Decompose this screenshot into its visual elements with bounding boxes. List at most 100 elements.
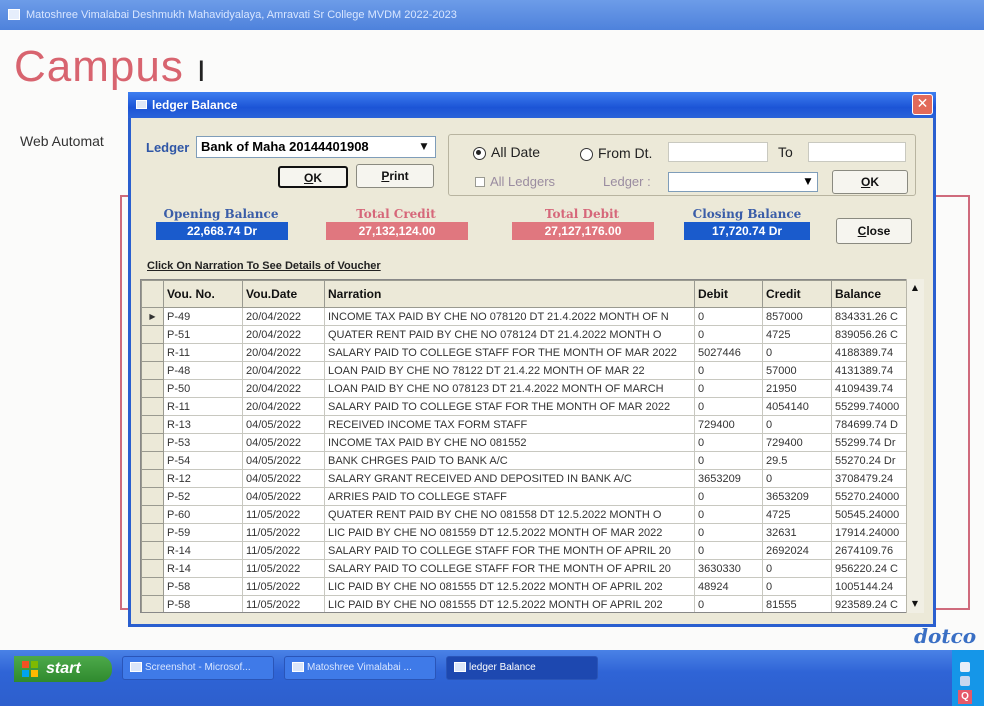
- table-row[interactable]: R-11 20/04/2022 SALARY PAID TO COLLEGE STA…: [141, 343, 908, 362]
- ledger-select[interactable]: Bank of Maha 20144401908: [196, 136, 436, 158]
- from-date-label[interactable]: From Dt.: [598, 145, 652, 161]
- table-cell: 20/04/2022: [242, 379, 325, 398]
- row-selector[interactable]: [141, 523, 164, 542]
- table-cell: 55270.24000: [831, 487, 908, 506]
- table-cell[interactable]: LIC PAID BY CHE NO 081555 DT 12.5.2022 M…: [324, 577, 695, 596]
- chevron-down-icon[interactable]: ▼: [800, 174, 816, 190]
- table-cell: 857000: [762, 307, 832, 326]
- table-row[interactable]: P-50 20/04/2022 LOAN PAID BY CHE NO 078123…: [141, 379, 908, 398]
- row-selector[interactable]: [141, 577, 164, 596]
- dialog-titlebar[interactable]: ledger Balance: [128, 92, 936, 118]
- table-cell[interactable]: INCOME TAX PAID BY CHE NO 078120 DT 21.4…: [324, 307, 695, 326]
- table-row[interactable]: R-12 04/05/2022 SALARY GRANT RECEIVED AND …: [141, 469, 908, 488]
- row-selector[interactable]: [141, 559, 164, 578]
- table-cell[interactable]: LOAN PAID BY CHE NO 078123 DT 21.4.2022 …: [324, 379, 695, 398]
- table-cell: 2674109.76: [831, 541, 908, 560]
- table-cell: R-11: [163, 397, 243, 416]
- tray-app-icon[interactable]: Q: [958, 690, 972, 704]
- table-row[interactable]: P-58 11/05/2022 LIC PAID BY CHE NO 081555 …: [141, 595, 908, 612]
- row-selector[interactable]: [141, 379, 164, 398]
- table-cell: 32631: [762, 523, 832, 542]
- table-row[interactable]: R-11 20/04/2022 SALARY PAID TO COLLEGE STA…: [141, 397, 908, 416]
- table-cell: 0: [694, 523, 763, 542]
- table-cell: 81555: [762, 595, 832, 612]
- table-row[interactable]: P-58 11/05/2022 LIC PAID BY CHE NO 081555 …: [141, 577, 908, 596]
- table-cell: 11/05/2022: [242, 559, 325, 578]
- scroll-down-icon[interactable]: ▼: [907, 596, 923, 612]
- table-row[interactable]: P-48 20/04/2022 LOAN PAID BY CHE NO 78122 …: [141, 361, 908, 380]
- row-selector[interactable]: [141, 397, 164, 416]
- taskbar-item-matoshree[interactable]: Matoshree Vimalabai ...: [284, 656, 436, 680]
- print-button[interactable]: Print: [356, 164, 434, 188]
- table-cell[interactable]: SALARY GRANT RECEIVED AND DEPOSITED IN B…: [324, 469, 695, 488]
- column-header[interactable]: Vou.Date: [242, 280, 325, 308]
- network-icon[interactable]: [960, 662, 970, 672]
- table-cell[interactable]: QUATER RENT PAID BY CHE NO 078124 DT 21.…: [324, 325, 695, 344]
- all-date-label[interactable]: All Date: [491, 144, 540, 160]
- table-cell[interactable]: SALARY PAID TO COLLEGE STAFF FOR THE MON…: [324, 343, 695, 362]
- to-date-input[interactable]: [808, 142, 906, 162]
- table-row[interactable]: R-14 11/05/2022 SALARY PAID TO COLLEGE STA…: [141, 541, 908, 560]
- to-date-label: To: [778, 144, 793, 160]
- ledger-filter-select[interactable]: [668, 172, 818, 192]
- table-cell[interactable]: LOAN PAID BY CHE NO 78122 DT 21.4.22 MON…: [324, 361, 695, 380]
- table-cell[interactable]: INCOME TAX PAID BY CHE NO 081552: [324, 433, 695, 452]
- table-row[interactable]: ▶ P-49 20/04/2022 INCOME TAX PAID BY CHE NO…: [141, 307, 908, 326]
- from-date-radio[interactable]: [580, 148, 593, 161]
- row-selector[interactable]: [141, 451, 164, 470]
- all-date-radio[interactable]: [473, 147, 486, 160]
- close-button[interactable]: Close: [836, 218, 912, 244]
- volume-icon[interactable]: [960, 676, 970, 686]
- all-ledgers-label[interactable]: All Ledgers: [490, 174, 555, 189]
- table-cell: 956220.24 C: [831, 559, 908, 578]
- table-cell[interactable]: RECEIVED INCOME TAX FORM STAFF: [324, 415, 695, 434]
- scroll-up-icon[interactable]: ▲: [907, 280, 923, 296]
- row-selector[interactable]: [141, 469, 164, 488]
- column-header[interactable]: Balance: [831, 280, 908, 308]
- table-row[interactable]: R-14 11/05/2022 SALARY PAID TO COLLEGE STA…: [141, 559, 908, 578]
- taskbar-item-screenshot[interactable]: Screenshot - Microsof...: [122, 656, 274, 680]
- column-header[interactable]: Vou. No.: [163, 280, 243, 308]
- current-row-icon[interactable]: ▶: [141, 307, 164, 326]
- dialog-close-icon[interactable]: ✕: [912, 94, 933, 115]
- table-cell[interactable]: ARRIES PAID TO COLLEGE STAFF: [324, 487, 695, 506]
- table-row[interactable]: R-13 04/05/2022 RECEIVED INCOME TAX FORM S…: [141, 415, 908, 434]
- column-header[interactable]: Debit: [694, 280, 763, 308]
- table-cell: 04/05/2022: [242, 415, 325, 434]
- ok-button[interactable]: OK: [278, 166, 348, 188]
- table-row[interactable]: P-59 11/05/2022 LIC PAID BY CHE NO 081559 …: [141, 523, 908, 542]
- chevron-down-icon[interactable]: ▼: [415, 138, 433, 156]
- from-date-input[interactable]: [668, 142, 768, 162]
- table-cell: 4725: [762, 325, 832, 344]
- table-cell[interactable]: LIC PAID BY CHE NO 081559 DT 12.5.2022 M…: [324, 523, 695, 542]
- table-row[interactable]: P-60 11/05/2022 QUATER RENT PAID BY CHE NO…: [141, 505, 908, 524]
- row-selector[interactable]: [141, 415, 164, 434]
- table-cell: 3630330: [694, 559, 763, 578]
- table-row[interactable]: P-53 04/05/2022 INCOME TAX PAID BY CHE NO …: [141, 433, 908, 452]
- row-selector[interactable]: [141, 505, 164, 524]
- table-cell[interactable]: SALARY PAID TO COLLEGE STAFF FOR THE MON…: [324, 541, 695, 560]
- table-cell[interactable]: SALARY PAID TO COLLEGE STAF FOR THE MONT…: [324, 397, 695, 416]
- column-header[interactable]: Narration: [324, 280, 695, 308]
- table-row[interactable]: P-54 04/05/2022 BANK CHRGES PAID TO BANK A…: [141, 451, 908, 470]
- column-header[interactable]: Credit: [762, 280, 832, 308]
- row-selector[interactable]: [141, 541, 164, 560]
- row-selector[interactable]: [141, 361, 164, 380]
- table-cell[interactable]: QUATER RENT PAID BY CHE NO 081558 DT 12.…: [324, 505, 695, 524]
- row-selector[interactable]: [141, 487, 164, 506]
- taskbar-item-ledger-balance[interactable]: ledger Balance: [446, 656, 598, 680]
- filter-ok-button[interactable]: OK: [832, 170, 908, 194]
- table-cell[interactable]: BANK CHRGES PAID TO BANK A/C: [324, 451, 695, 470]
- all-ledgers-checkbox[interactable]: [475, 177, 485, 187]
- row-selector[interactable]: [141, 433, 164, 452]
- table-cell: P-60: [163, 505, 243, 524]
- table-row[interactable]: P-51 20/04/2022 QUATER RENT PAID BY CHE NO…: [141, 325, 908, 344]
- table-cell[interactable]: LIC PAID BY CHE NO 081555 DT 12.5.2022 M…: [324, 595, 695, 612]
- row-selector[interactable]: [141, 325, 164, 344]
- dialog-window-icon: [136, 100, 147, 109]
- row-selector[interactable]: [141, 595, 164, 612]
- vertical-scrollbar[interactable]: [906, 279, 924, 613]
- table-row[interactable]: P-52 04/05/2022 ARRIES PAID TO COLLEGE STA…: [141, 487, 908, 506]
- table-cell[interactable]: SALARY PAID TO COLLEGE STAFF FOR THE MON…: [324, 559, 695, 578]
- row-selector[interactable]: [141, 343, 164, 362]
